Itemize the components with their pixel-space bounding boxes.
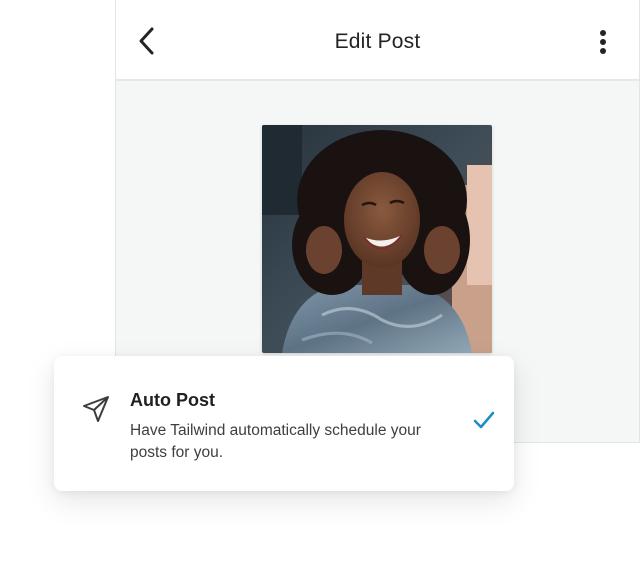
post-image[interactable] xyxy=(262,125,492,353)
vertical-dots-icon xyxy=(600,30,606,54)
paper-plane-icon xyxy=(83,396,109,422)
more-options-button[interactable] xyxy=(591,26,615,58)
checkmark-icon[interactable] xyxy=(472,408,496,432)
auto-post-title: Auto Post xyxy=(130,390,215,410)
top-bar: Edit Post xyxy=(116,0,639,81)
page-title: Edit Post xyxy=(334,30,421,53)
portrait-photo xyxy=(262,125,492,353)
auto-post-description: Have Tailwind automatically schedule you… xyxy=(130,422,421,461)
auto-post-option[interactable]: Auto Post Have Tailwind automatically sc… xyxy=(54,356,514,491)
